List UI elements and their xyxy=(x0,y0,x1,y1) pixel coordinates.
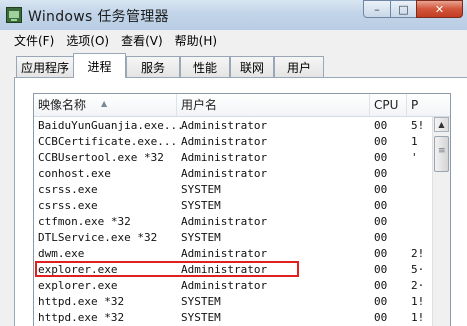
column-memory-label: P xyxy=(411,98,419,112)
cell-cpu: 00 xyxy=(374,183,388,196)
cell-image-name: explorer.exe xyxy=(38,279,118,292)
cell-user-name: Administrator xyxy=(181,215,268,228)
cell-image-name: httpd.exe *32 xyxy=(38,311,125,324)
cell-user-name: SYSTEM xyxy=(181,231,221,244)
cell-user-name: SYSTEM xyxy=(181,295,221,308)
cell-image-name: BaiduYunGuanjia.exe... xyxy=(38,119,181,132)
task-manager-icon xyxy=(6,7,22,23)
column-user-name[interactable]: 用户名 xyxy=(177,94,370,116)
table-row[interactable]: CCBCertificate.exe... Administrator 00 1 xyxy=(34,134,434,150)
cell-image-name: conhost.exe xyxy=(38,167,111,180)
cell-cpu: 00 xyxy=(374,167,388,180)
cell-image-name: DTLService.exe *32 xyxy=(38,231,158,244)
scroll-thumb[interactable] xyxy=(434,136,449,172)
cell-user-name: Administrator xyxy=(181,167,268,180)
cell-cpu: 00 xyxy=(374,135,388,148)
cell-cpu: 00 xyxy=(374,231,388,244)
tab-performance[interactable]: 性能 xyxy=(180,56,230,77)
menu-view[interactable]: 查看(V) xyxy=(115,32,169,49)
table-row[interactable]: CCBUsertool.exe *32 Administrator 00 ' xyxy=(34,150,434,166)
cell-cpu: 00 xyxy=(374,263,388,276)
scroll-up-button[interactable]: ▲ xyxy=(434,117,449,132)
table-row[interactable]: explorer.exe Administrator 00 2· xyxy=(34,278,434,294)
tab-networking[interactable]: 联网 xyxy=(230,56,274,77)
cell-image-name: CCBCertificate.exe... xyxy=(38,135,178,148)
maximize-button[interactable]: □ xyxy=(390,0,417,18)
tab-users[interactable]: 用户 xyxy=(274,56,324,77)
cell-image-name: explorer.exe xyxy=(38,263,118,276)
cell-image-name: ctfmon.exe *32 xyxy=(38,215,131,228)
column-cpu-label: CPU xyxy=(374,98,399,112)
list-header: 映像名称 ▲ 用户名 CPU P xyxy=(34,94,450,117)
column-image-name[interactable]: 映像名称 ▲ xyxy=(34,94,177,116)
cell-cpu: 00 xyxy=(374,279,388,292)
table-row[interactable]: httpd.exe *32 SYSTEM 00 1! xyxy=(34,294,434,310)
table-row[interactable]: dwm.exe Administrator 00 2! xyxy=(34,246,434,262)
cell-image-name: csrss.exe xyxy=(38,183,98,196)
maximize-icon: □ xyxy=(398,2,409,16)
table-row-highlighted[interactable]: explorer.exe Administrator 00 5· xyxy=(34,262,434,278)
column-image-name-label: 映像名称 xyxy=(38,98,87,112)
table-row[interactable]: csrss.exe SYSTEM 00 xyxy=(34,198,434,214)
menu-options[interactable]: 选项(O) xyxy=(60,32,115,49)
cell-image-name: httpd.exe *32 xyxy=(38,295,125,308)
cell-user-name: SYSTEM xyxy=(181,311,221,324)
column-memory[interactable]: P xyxy=(407,94,450,116)
cell-cpu: 00 xyxy=(374,151,388,164)
cell-user-name: Administrator xyxy=(181,135,268,148)
column-user-name-label: 用户名 xyxy=(181,98,218,112)
cell-user-name: SYSTEM xyxy=(181,183,221,196)
column-cpu[interactable]: CPU xyxy=(370,94,407,116)
title-bar: Windows 任务管理器 – □ ✕ xyxy=(0,0,467,31)
cell-cpu: 00 xyxy=(374,295,388,308)
cell-image-name: csrss.exe xyxy=(38,199,98,212)
menu-bar: 文件(F) 选项(O) 查看(V) 帮助(H) xyxy=(0,30,467,51)
window-controls: – □ ✕ xyxy=(363,0,463,20)
cell-cpu: 00 xyxy=(374,119,388,132)
tab-processes[interactable]: 进程 xyxy=(73,53,126,78)
cell-cpu: 00 xyxy=(374,247,388,260)
table-row[interactable]: conhost.exe Administrator 00 xyxy=(34,166,434,182)
cell-user-name: Administrator xyxy=(181,263,268,276)
table-row[interactable]: httpd.exe *32 SYSTEM 00 1! xyxy=(34,310,434,326)
cell-image-name: CCBUsertool.exe *32 xyxy=(38,151,164,164)
cell-cpu: 00 xyxy=(374,215,388,228)
cell-user-name: Administrator xyxy=(181,151,268,164)
tab-applications[interactable]: 应用程序 xyxy=(16,56,74,77)
table-row[interactable]: csrss.exe SYSTEM 00 xyxy=(34,182,434,198)
minimize-icon: – xyxy=(374,2,380,16)
cell-user-name: Administrator xyxy=(181,279,268,292)
cell-user-name: Administrator xyxy=(181,247,268,260)
cell-cpu: 00 xyxy=(374,311,388,324)
table-row[interactable]: DTLService.exe *32 SYSTEM 00 xyxy=(34,230,434,246)
cell-image-name: dwm.exe xyxy=(38,247,85,260)
process-list[interactable]: 映像名称 ▲ 用户名 CPU P BaiduYunGuanjia.exe... … xyxy=(33,93,451,326)
cell-cpu: 00 xyxy=(374,199,388,212)
tab-strip: 应用程序 进程 服务 性能 联网 用户 xyxy=(0,50,467,78)
close-icon: ✕ xyxy=(434,2,445,16)
menu-help[interactable]: 帮助(H) xyxy=(169,32,223,49)
tab-services[interactable]: 服务 xyxy=(126,56,180,77)
table-row[interactable]: BaiduYunGuanjia.exe... Administrator 00 … xyxy=(34,118,434,134)
vertical-scrollbar[interactable]: ▲ xyxy=(432,117,450,326)
window-title: Windows 任务管理器 xyxy=(28,9,169,25)
menu-file[interactable]: 文件(F) xyxy=(0,32,60,49)
table-row[interactable]: ctfmon.exe *32 Administrator 00 xyxy=(34,214,434,230)
sort-ascending-icon: ▲ xyxy=(101,99,108,108)
minimize-button[interactable]: – xyxy=(363,0,391,18)
cell-user-name: SYSTEM xyxy=(181,199,221,212)
cell-user-name: Administrator xyxy=(181,119,268,132)
close-button[interactable]: ✕ xyxy=(416,0,463,18)
